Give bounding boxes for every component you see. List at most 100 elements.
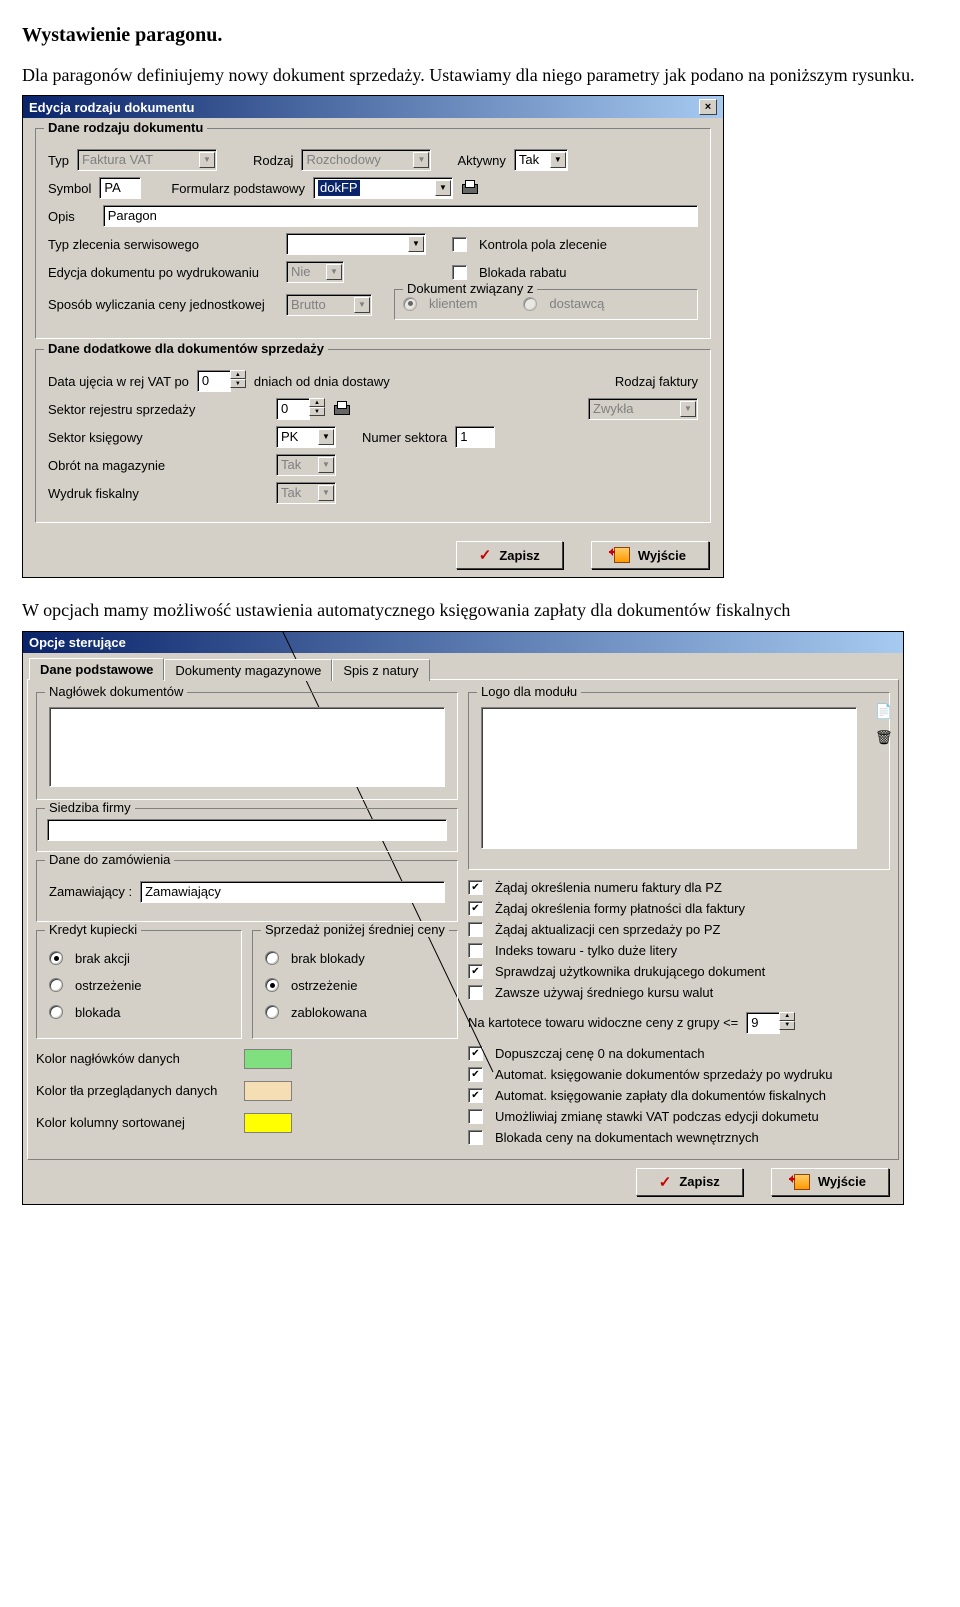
select-obrot: Tak▼ xyxy=(276,454,336,476)
checkbox-blokada[interactable] xyxy=(452,265,467,280)
label-kredyt-1: ostrzeżenie xyxy=(75,978,141,993)
label-kartotece: Na kartotece towaru widoczne ceny z grup… xyxy=(468,1015,738,1030)
checkbox-checksB-1[interactable]: ✔ xyxy=(468,1067,483,1082)
spinner-datavat[interactable]: 0▲▼ xyxy=(197,370,246,392)
checkbox-checksA-0[interactable]: ✔ xyxy=(468,880,483,895)
select-edycja: Nie▼ xyxy=(286,261,344,283)
radio-dostawca xyxy=(523,297,537,311)
label-typzlec: Typ zlecenia serwisowego xyxy=(48,237,278,252)
select-aktywny[interactable]: Tak▼ xyxy=(514,149,568,171)
label-kolor3: Kolor kolumny sortowanej xyxy=(36,1115,236,1130)
label-wydruk: Wydruk fiskalny xyxy=(48,486,268,501)
checkbox-label: Automat. księgowanie zapłaty dla dokumen… xyxy=(495,1088,826,1103)
window-title: Opcje sterujące xyxy=(29,635,126,650)
checkbox-label: Żądaj określenia formy płatności dla fak… xyxy=(495,901,745,916)
radio-klientem xyxy=(403,297,417,311)
input-siedziba[interactable] xyxy=(47,819,447,841)
titlebar: Edycja rodzaju dokumentu × xyxy=(23,96,723,118)
label-rodzfakt: Rodzaj faktury xyxy=(615,374,698,389)
spinner-kartotece[interactable]: 9▲▼ xyxy=(746,1012,795,1034)
checkbox-checksB-2[interactable]: ✔ xyxy=(468,1088,483,1103)
select-rodzfakt: Zwykła▼ xyxy=(588,398,698,420)
spinner-sektor-rej[interactable]: 0▲▼ xyxy=(276,398,325,420)
checkbox-checksB-3[interactable] xyxy=(468,1109,483,1124)
swatch-kolor1[interactable] xyxy=(244,1049,292,1069)
checkbox-checksA-1[interactable]: ✔ xyxy=(468,901,483,916)
doc-para-2: W opcjach mamy możliwość ustawienia auto… xyxy=(22,598,938,622)
tab-dane-podstawowe[interactable]: Dane podstawowe xyxy=(29,658,164,680)
label-siedziba: Siedziba firmy xyxy=(45,800,135,815)
label-klientem: klientem xyxy=(429,296,477,311)
checkbox-kontrola[interactable] xyxy=(452,237,467,252)
swatch-kolor3[interactable] xyxy=(244,1113,292,1133)
doc-para-1: Dla paragonów definiujemy nowy dokument … xyxy=(22,63,938,87)
label-aktywny: Aktywny xyxy=(457,153,505,168)
radio-sprzedaz-1[interactable] xyxy=(265,978,279,992)
checkbox-label: Blokada ceny na dokumentach wewnętrznych xyxy=(495,1130,759,1145)
checkbox-label: Indeks towaru - tylko duże litery xyxy=(495,943,677,958)
label-sposob: Sposób wyliczania ceny jednostkowej xyxy=(48,297,278,312)
group-dane-rodzaju: Dane rodzaju dokumentu Typ Faktura VAT▼ … xyxy=(35,128,711,339)
tab-dokumenty-magazynowe[interactable]: Dokumenty magazynowe xyxy=(164,659,332,681)
label-sektor-ks: Sektor księgowy xyxy=(48,430,268,445)
label-danezam: Dane do zamówienia xyxy=(45,852,174,867)
checkbox-label: Umożliwiaj zmianę stawki VAT podczas edy… xyxy=(495,1109,819,1124)
input-opis[interactable]: Paragon xyxy=(103,205,698,227)
exit-button[interactable]: Wyjście xyxy=(591,541,709,569)
label-dokzw: Dokument związany z xyxy=(403,281,537,296)
close-icon[interactable]: × xyxy=(699,99,717,115)
select-sektor-ks[interactable]: PK▼ xyxy=(276,426,336,448)
checkbox-checksA-2[interactable] xyxy=(468,922,483,937)
save-button[interactable]: ✓Zapisz xyxy=(636,1168,743,1196)
radio-kredyt-2[interactable] xyxy=(49,1005,63,1019)
label-rodzaj: Rodzaj xyxy=(253,153,293,168)
trash-icon[interactable]: 🗑 xyxy=(875,729,891,745)
checkbox-label: Żądaj określenia numeru faktury dla PZ xyxy=(495,880,722,895)
select-typzlec[interactable]: ▼ xyxy=(286,233,426,255)
group-legend-2: Dane dodatkowe dla dokumentów sprzedaży xyxy=(44,341,328,356)
window-title: Edycja rodzaju dokumentu xyxy=(29,100,194,115)
doc-heading: Wystawienie paragonu. xyxy=(22,24,938,47)
label-kredyt-0: brak akcji xyxy=(75,951,130,966)
dialog-edit-doc-type: Edycja rodzaju dokumentu × Dane rodzaju … xyxy=(22,95,724,578)
checkbox-checksB-4[interactable] xyxy=(468,1130,483,1145)
label-edycja: Edycja dokumentu po wydrukowaniu xyxy=(48,265,278,280)
label-numer-sek: Numer sektora xyxy=(362,430,447,445)
checkbox-label: Automat. księgowanie dokumentów sprzedaż… xyxy=(495,1067,832,1082)
select-sposob: Brutto▼ xyxy=(286,294,372,316)
radio-sprzedaz-0[interactable] xyxy=(265,951,279,965)
input-zam[interactable]: Zamawiający xyxy=(140,881,445,903)
label-kredyt-2: blokada xyxy=(75,1005,121,1020)
printer-icon[interactable] xyxy=(333,401,349,417)
open-icon[interactable]: 📄 xyxy=(875,703,891,719)
label-sprzedaz-2: zablokowana xyxy=(291,1005,367,1020)
checkbox-checksA-5[interactable] xyxy=(468,985,483,1000)
label-zam: Zamawiający : xyxy=(49,884,132,899)
radio-sprzedaz-2[interactable] xyxy=(265,1005,279,1019)
checkbox-checksA-4[interactable]: ✔ xyxy=(468,964,483,979)
label-sprzedaz: Sprzedaż poniżej średniej ceny xyxy=(261,922,449,937)
radio-kredyt-1[interactable] xyxy=(49,978,63,992)
exit-button[interactable]: Wyjście xyxy=(771,1168,889,1196)
textarea-naglowek[interactable] xyxy=(49,707,445,787)
group-dane-dodatkowe: Dane dodatkowe dla dokumentów sprzedaży … xyxy=(35,349,711,523)
label-sprzedaz-1: ostrzeżenie xyxy=(291,978,357,993)
input-symbol[interactable]: PA xyxy=(99,177,141,199)
label-kontrola: Kontrola pola zlecenie xyxy=(479,237,607,252)
checkbox-label: Zawsze używaj średniego kursu walut xyxy=(495,985,713,1000)
titlebar: Opcje sterujące xyxy=(23,632,903,653)
select-typ: Faktura VAT▼ xyxy=(77,149,217,171)
label-kolor2: Kolor tła przeglądanych danych xyxy=(36,1083,236,1098)
printer-icon[interactable] xyxy=(461,180,477,196)
save-button[interactable]: ✓Zapisz xyxy=(456,541,563,569)
checkbox-checksB-0[interactable]: ✔ xyxy=(468,1046,483,1061)
tab-spis-z-natury[interactable]: Spis z natury xyxy=(332,659,429,681)
input-numer-sek[interactable]: 1 xyxy=(455,426,495,448)
label-dniach: dniach od dnia dostawy xyxy=(254,374,390,389)
swatch-kolor2[interactable] xyxy=(244,1081,292,1101)
label-logo: Logo dla modułu xyxy=(477,684,581,699)
checkbox-checksA-3[interactable] xyxy=(468,943,483,958)
select-form[interactable]: dokFP▼ xyxy=(313,177,453,199)
label-blokada: Blokada rabatu xyxy=(479,265,566,280)
radio-kredyt-0[interactable] xyxy=(49,951,63,965)
